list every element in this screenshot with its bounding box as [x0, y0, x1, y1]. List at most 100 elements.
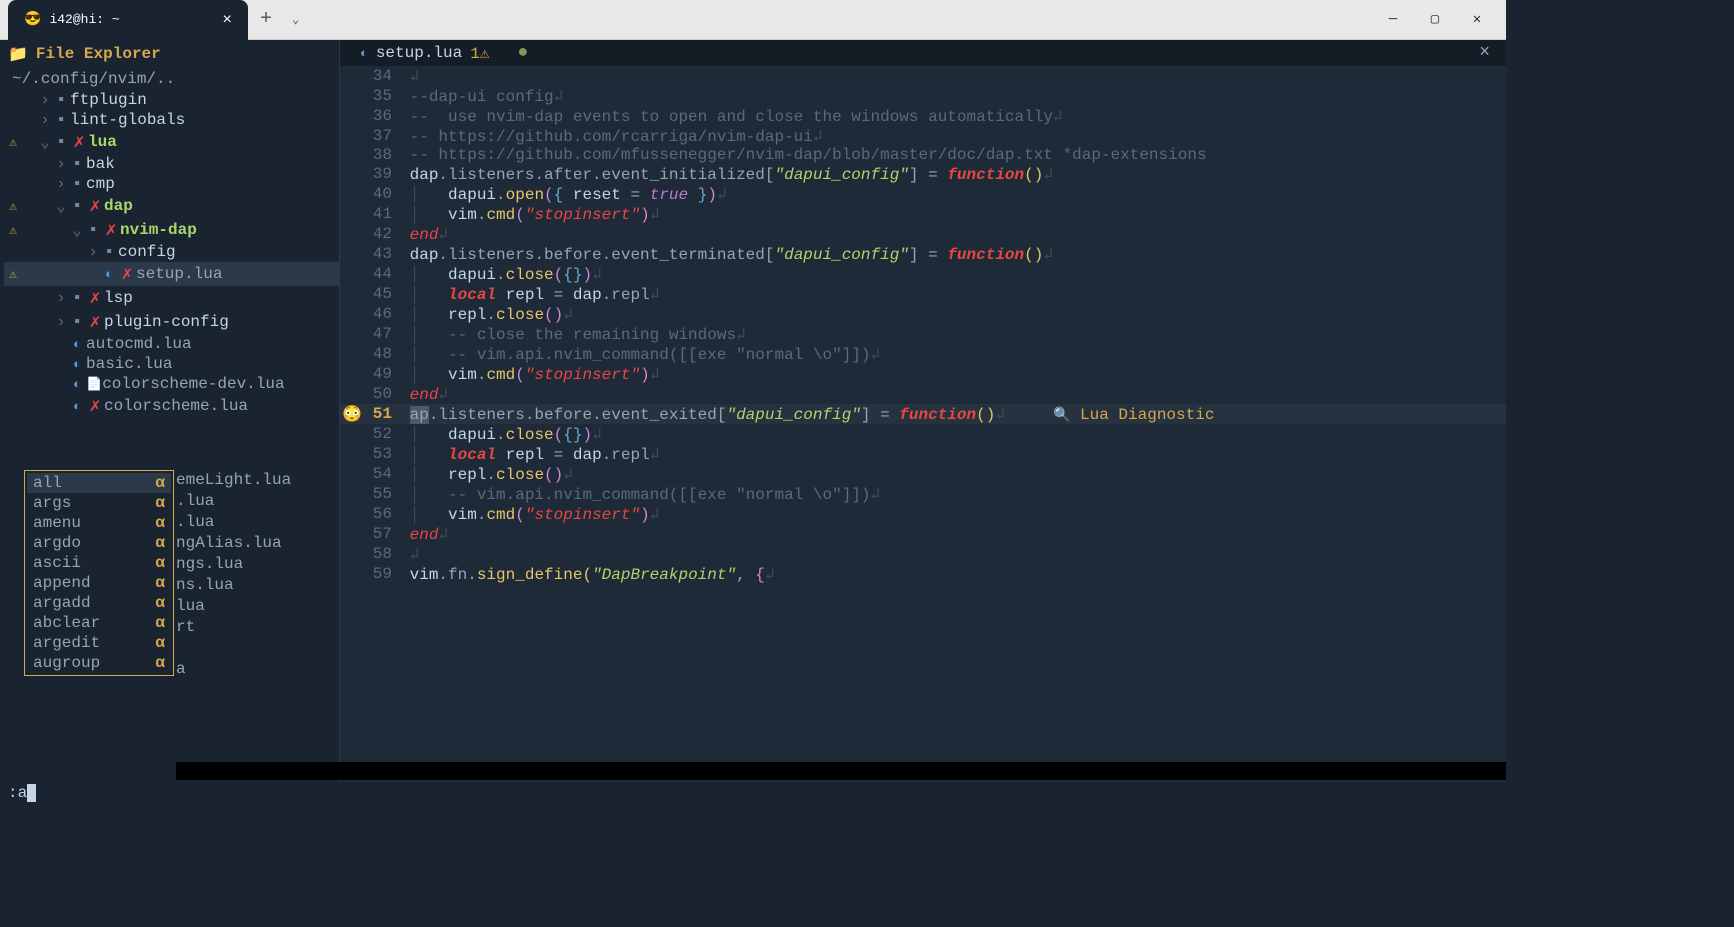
- tab-emoji-icon: 😎: [24, 11, 41, 28]
- lua-file-icon: ◐: [68, 337, 86, 352]
- completion-item[interactable]: abclearα: [27, 613, 171, 633]
- tree-item[interactable]: ›▪ cmp: [4, 174, 339, 194]
- code-line[interactable]: 38 -- https://github.com/mfussenegger/nv…: [340, 146, 1506, 164]
- lua-file-icon: ◐: [68, 399, 86, 414]
- code-line[interactable]: 54 │ repl.close()↲: [340, 464, 1506, 484]
- code-line[interactable]: 52 │ dapui.close({})↲: [340, 424, 1506, 444]
- code-line[interactable]: 43 dap.listeners.before.event_terminated…: [340, 244, 1506, 264]
- completion-item[interactable]: amenuα: [27, 513, 171, 533]
- tree-item[interactable]: ◐📄 colorscheme-dev.lua: [4, 374, 339, 394]
- completion-item[interactable]: appendα: [27, 573, 171, 593]
- completion-item[interactable]: allα: [27, 473, 171, 493]
- code-line[interactable]: 59 vim.fn.sign_define("DapBreakpoint", {…: [340, 564, 1506, 584]
- code-line[interactable]: 41 │ vim.cmd("stopinsert")↲: [340, 204, 1506, 224]
- code-line[interactable]: 42 end↲: [340, 224, 1506, 244]
- maximize-button[interactable]: ▢: [1426, 11, 1444, 29]
- file-tree[interactable]: ›▪ ftplugin›▪ lint-globals⚠⌄▪✗ lua›▪ bak…: [0, 90, 339, 804]
- completion-item[interactable]: argdoα: [27, 533, 171, 553]
- close-tab-icon[interactable]: ×: [222, 11, 232, 29]
- tree-item[interactable]: ⚠⌄▪✗ nvim-dap: [4, 218, 339, 242]
- modified-dot-icon: ●: [517, 43, 528, 63]
- tree-item[interactable]: ›▪ ftplugin: [4, 90, 339, 110]
- tree-item[interactable]: ◐ basic.lua: [4, 354, 339, 374]
- lua-file-icon: ◐: [68, 357, 86, 372]
- tree-item[interactable]: ›▪ lint-globals: [4, 110, 339, 130]
- tree-item[interactable]: ›▪ bak: [4, 154, 339, 174]
- editor-tab-setup[interactable]: ◐ setup.lua 1⚠ ●: [348, 41, 540, 65]
- lua-file-icon: ◐: [360, 46, 368, 61]
- editor-tabs: ◐ setup.lua 1⚠ ● ×: [340, 40, 1506, 66]
- folder-icon: ▪: [100, 243, 118, 261]
- completion-item[interactable]: asciiα: [27, 553, 171, 573]
- code-line[interactable]: 37 -- https://github.com/rcarriga/nvim-d…: [340, 126, 1506, 146]
- tree-partial-overlay: emeLight.lua.lua.luangAlias.luangs.luans…: [176, 470, 291, 680]
- blackbar: [176, 762, 1506, 780]
- editor-tab-name: setup.lua: [376, 44, 462, 62]
- error-x-icon: ✗: [70, 131, 88, 153]
- terminal-tab[interactable]: 😎 i42@hi: ~ ×: [8, 0, 248, 40]
- code-line[interactable]: 44 │ dapui.close({})↲: [340, 264, 1506, 284]
- tree-item[interactable]: ›▪ config: [4, 242, 339, 262]
- code-line[interactable]: 50 end↲: [340, 384, 1506, 404]
- folder-icon: ▪: [68, 175, 86, 193]
- editor-tab-warn: 1⚠: [470, 43, 489, 63]
- code-line[interactable]: 49 │ vim.cmd("stopinsert")↲: [340, 364, 1506, 384]
- code-line[interactable]: 53 │ local repl = dap.repl↲: [340, 444, 1506, 464]
- titlebar: 😎 i42@hi: ~ × + ⌄ ─ ▢ ✕: [0, 0, 1506, 40]
- tree-item[interactable]: ⚠⌄▪✗ dap: [4, 194, 339, 218]
- code-editor[interactable]: 34 ↲35 --dap-ui config↲36 -- use nvim-da…: [340, 66, 1506, 804]
- completion-item[interactable]: argsα: [27, 493, 171, 513]
- error-x-icon: ✗: [86, 287, 104, 309]
- tree-item[interactable]: ◐✗ colorscheme.lua: [4, 394, 339, 418]
- file-explorer-sidebar: 📁 File Explorer ~/.config/nvim/.. ›▪ ftp…: [0, 40, 340, 804]
- completion-item[interactable]: augroupα: [27, 653, 171, 673]
- code-line[interactable]: 36 -- use nvim-dap events to open and cl…: [340, 106, 1506, 126]
- tree-item[interactable]: ⚠⌄▪✗ lua: [4, 130, 339, 154]
- tree-item[interactable]: ⚠◐✗ setup.lua: [4, 262, 339, 286]
- cursor: [27, 784, 36, 802]
- completion-popup[interactable]: allαargsαamenuαargdoαasciiαappendαargadd…: [24, 470, 174, 676]
- code-line[interactable]: 57 end↲: [340, 524, 1506, 544]
- error-x-icon: ✗: [86, 195, 104, 217]
- tree-item[interactable]: ›▪✗ lsp: [4, 286, 339, 310]
- completion-item[interactable]: argaddα: [27, 593, 171, 613]
- code-line[interactable]: 😳51 ap.listeners.before.event_exited["da…: [340, 404, 1506, 424]
- tree-item[interactable]: ›▪✗ plugin-config: [4, 310, 339, 334]
- code-line[interactable]: 46 │ repl.close()↲: [340, 304, 1506, 324]
- editor-area: ◐ setup.lua 1⚠ ● × 34 ↲35 --dap-ui confi…: [340, 40, 1506, 804]
- folder-icon: ▪: [68, 197, 86, 215]
- code-line[interactable]: 47 │ -- close the remaining windows↲: [340, 324, 1506, 344]
- folder-icon: ▪: [84, 221, 102, 239]
- folder-icon: ▪: [52, 133, 70, 151]
- code-line[interactable]: 34 ↲: [340, 66, 1506, 86]
- error-x-icon: ✗: [86, 395, 104, 417]
- code-line[interactable]: 39 dap.listeners.after.event_initialized…: [340, 164, 1506, 184]
- cmdline-text: :a: [8, 784, 27, 802]
- tab-title: i42@hi: ~: [49, 12, 214, 27]
- error-x-icon: ✗: [102, 219, 120, 241]
- lua-file-icon: ◐: [100, 267, 118, 282]
- code-line[interactable]: 45 │ local repl = dap.repl↲: [340, 284, 1506, 304]
- minimize-button[interactable]: ─: [1384, 11, 1402, 29]
- code-line[interactable]: 56 │ vim.cmd("stopinsert")↲: [340, 504, 1506, 524]
- tab-dropdown-icon[interactable]: ⌄: [284, 12, 307, 27]
- lua-file-icon: ◐: [68, 377, 86, 392]
- sidebar-path: ~/.config/nvim/..: [0, 68, 339, 90]
- close-editor-tab-icon[interactable]: ×: [1479, 43, 1498, 63]
- folder-icon: 📁: [8, 44, 28, 64]
- code-line[interactable]: 35 --dap-ui config↲: [340, 86, 1506, 106]
- completion-item[interactable]: argeditα: [27, 633, 171, 653]
- code-line[interactable]: 55 │ -- vim.api.nvim_command([[exe "norm…: [340, 484, 1506, 504]
- command-line[interactable]: :a: [0, 782, 1506, 804]
- sidebar-title: File Explorer: [36, 45, 161, 63]
- folder-icon: ▪: [52, 91, 70, 109]
- sidebar-header: 📁 File Explorer: [0, 40, 339, 68]
- new-tab-button[interactable]: +: [248, 8, 284, 31]
- code-line[interactable]: 48 │ -- vim.api.nvim_command([[exe "norm…: [340, 344, 1506, 364]
- close-button[interactable]: ✕: [1468, 11, 1486, 29]
- tree-item[interactable]: ◐ autocmd.lua: [4, 334, 339, 354]
- folder-icon: ▪: [52, 111, 70, 129]
- error-x-icon: ✗: [118, 263, 136, 285]
- code-line[interactable]: 40 │ dapui.open({ reset = true })↲: [340, 184, 1506, 204]
- code-line[interactable]: 58 ↲: [340, 544, 1506, 564]
